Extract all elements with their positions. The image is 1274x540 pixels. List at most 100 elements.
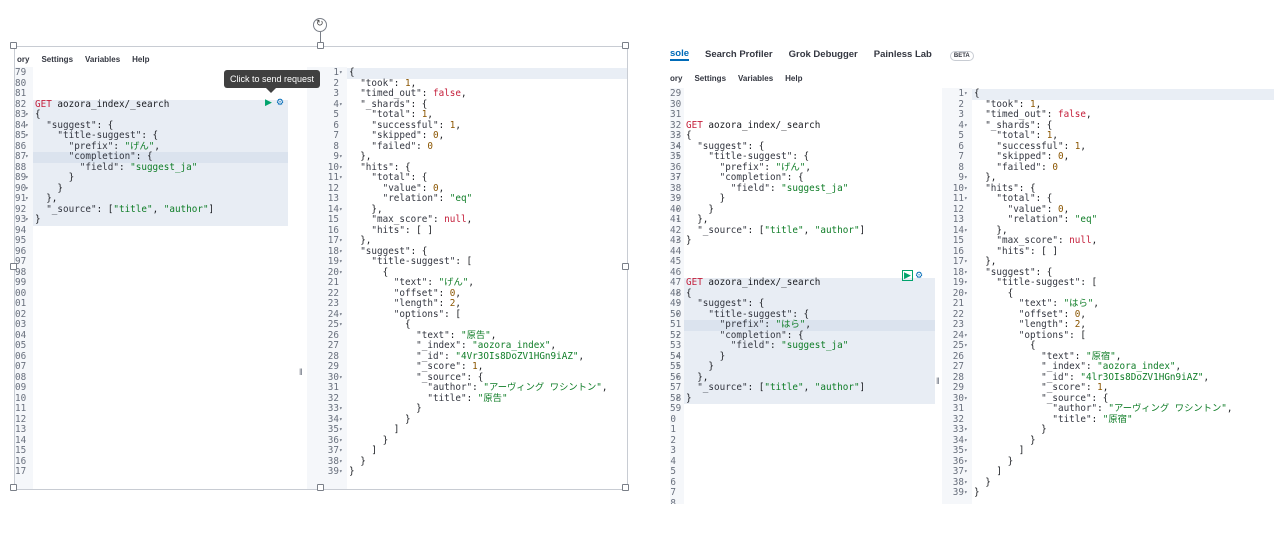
fold-chevron-icon[interactable]: ▾ bbox=[964, 446, 968, 457]
wrench-icon[interactable]: ⚙ bbox=[915, 270, 923, 281]
fold-chevron-icon[interactable]: ▾ bbox=[676, 194, 680, 205]
fold-chevron-icon[interactable]: ▾ bbox=[339, 205, 343, 216]
left-response-panel: 1 ▾{2 "took": 1, 3 "timed_out": false, 4 ▾ "… bbox=[307, 67, 627, 489]
fold-chevron-icon[interactable]: ▾ bbox=[964, 257, 968, 268]
resize-handle-tc[interactable] bbox=[317, 42, 324, 49]
line-number: 07 bbox=[15, 361, 27, 372]
resize-handle-ml[interactable] bbox=[10, 263, 17, 270]
right-request-editor[interactable]: 29 30 31 32 GET aozora_index/_search 33 ▾{34 ▾ … bbox=[670, 88, 935, 504]
fold-chevron-icon[interactable]: ▾ bbox=[964, 268, 968, 279]
fold-chevron-icon[interactable]: ▾ bbox=[339, 173, 343, 184]
menu-settings[interactable]: Settings bbox=[694, 74, 726, 83]
fold-chevron-icon[interactable]: ▾ bbox=[964, 226, 968, 237]
fold-chevron-icon[interactable]: ▾ bbox=[339, 425, 343, 436]
fold-chevron-icon[interactable]: ▾ bbox=[964, 173, 968, 184]
left-panel-resizer[interactable]: ‖ bbox=[299, 367, 303, 377]
right-panel-resizer[interactable]: ‖ bbox=[936, 376, 940, 386]
fold-chevron-icon[interactable]: ▾ bbox=[964, 194, 968, 205]
fold-chevron-icon[interactable]: ▾ bbox=[964, 478, 968, 489]
line-number: 09 bbox=[15, 382, 27, 393]
fold-chevron-icon[interactable]: ▾ bbox=[964, 457, 968, 468]
fold-chevron-icon[interactable]: ▾ bbox=[25, 215, 29, 226]
fold-chevron-icon[interactable]: ▾ bbox=[964, 341, 968, 352]
fold-chevron-icon[interactable]: ▾ bbox=[25, 173, 29, 184]
request-highlight bbox=[33, 183, 288, 194]
tab-painless-lab[interactable]: Painless Lab BETA bbox=[874, 49, 990, 61]
fold-chevron-icon[interactable]: ▾ bbox=[964, 289, 968, 300]
code-line: "_source": ["title", "author"] bbox=[697, 224, 866, 236]
fold-chevron-icon[interactable]: ▾ bbox=[339, 68, 343, 79]
fold-chevron-icon[interactable]: ▾ bbox=[339, 257, 343, 268]
menu-help[interactable]: Help bbox=[785, 74, 802, 83]
fold-chevron-icon[interactable]: ▾ bbox=[25, 194, 29, 205]
fold-chevron-icon[interactable]: ▾ bbox=[964, 89, 968, 100]
fold-chevron-icon[interactable]: ▾ bbox=[25, 110, 29, 121]
line-number: 79 bbox=[15, 67, 27, 78]
play-icon[interactable]: ▶ bbox=[902, 270, 913, 281]
fold-chevron-icon[interactable]: ▾ bbox=[964, 394, 968, 405]
menu-settings[interactable]: Settings bbox=[41, 55, 73, 64]
top-tabs: sole Search Profiler Grok Debugger Painl… bbox=[670, 46, 1006, 62]
fold-chevron-icon[interactable]: ▾ bbox=[339, 373, 343, 384]
menu-variables[interactable]: Variables bbox=[85, 55, 120, 64]
line-number: 91 bbox=[15, 193, 27, 204]
fold-chevron-icon[interactable]: ▾ bbox=[676, 173, 680, 184]
fold-chevron-icon[interactable]: ▾ bbox=[339, 415, 343, 426]
tab-search-profiler[interactable]: Search Profiler bbox=[705, 49, 773, 60]
code-line: } bbox=[974, 424, 1047, 435]
menu-help[interactable]: Help bbox=[132, 55, 149, 64]
fold-chevron-icon[interactable]: ▾ bbox=[339, 268, 343, 279]
left-request-editor[interactable]: 79 80 81 82 GET aozora_index/_search 83 ▾{84 ▾ … bbox=[15, 67, 300, 489]
code-line: "max_score": null, bbox=[996, 235, 1098, 246]
resize-handle-br[interactable] bbox=[622, 484, 629, 491]
line-number: 93 bbox=[15, 214, 27, 225]
menu-variables[interactable]: Variables bbox=[738, 74, 773, 83]
fold-chevron-icon[interactable]: ▾ bbox=[964, 436, 968, 447]
line-number: 3 bbox=[670, 445, 676, 456]
fold-chevron-icon[interactable]: ▾ bbox=[25, 152, 29, 163]
fold-chevron-icon[interactable]: ▾ bbox=[339, 163, 343, 174]
line-number: 13 bbox=[952, 214, 964, 225]
resize-handle-bl[interactable] bbox=[10, 484, 17, 491]
fold-chevron-icon[interactable]: ▾ bbox=[676, 299, 680, 310]
fold-chevron-icon[interactable]: ▾ bbox=[339, 404, 343, 415]
fold-chevron-icon[interactable]: ▾ bbox=[339, 457, 343, 468]
fold-chevron-icon[interactable]: ▾ bbox=[964, 425, 968, 436]
fold-chevron-icon[interactable]: ▾ bbox=[339, 152, 343, 163]
code-line: { bbox=[974, 340, 1036, 351]
wrench-icon[interactable]: ⚙ bbox=[276, 97, 284, 108]
fold-chevron-icon[interactable]: ▾ bbox=[339, 100, 343, 111]
tab-console[interactable]: sole bbox=[670, 48, 690, 61]
fold-chevron-icon[interactable]: ▾ bbox=[964, 278, 968, 289]
play-icon[interactable]: ▶ bbox=[265, 97, 272, 108]
menu-history[interactable]: ory bbox=[17, 55, 29, 64]
fold-chevron-icon[interactable]: ▾ bbox=[964, 488, 968, 499]
fold-chevron-icon[interactable]: ▾ bbox=[676, 131, 680, 142]
line-number: 13 bbox=[15, 424, 27, 435]
fold-chevron-icon[interactable]: ▾ bbox=[339, 467, 343, 478]
menu-history[interactable]: ory bbox=[670, 74, 682, 83]
fold-chevron-icon[interactable]: ▾ bbox=[25, 131, 29, 142]
right-menubar: ory Settings Variables Help bbox=[670, 68, 1274, 88]
resize-handle-bc[interactable] bbox=[317, 484, 324, 491]
fold-chevron-icon[interactable]: ▾ bbox=[339, 436, 343, 447]
fold-chevron-icon[interactable]: ▾ bbox=[964, 121, 968, 132]
tab-grok-debugger[interactable]: Grok Debugger bbox=[789, 49, 858, 60]
fold-chevron-icon[interactable]: ▾ bbox=[339, 247, 343, 258]
resize-handle-tr[interactable] bbox=[622, 42, 629, 49]
fold-chevron-icon[interactable]: ▾ bbox=[339, 320, 343, 331]
fold-chevron-icon[interactable]: ▾ bbox=[676, 152, 680, 163]
fold-chevron-icon[interactable]: ▾ bbox=[964, 331, 968, 342]
line-number: 39 bbox=[952, 487, 964, 498]
resize-handle-tl[interactable] bbox=[10, 42, 17, 49]
fold-chevron-icon[interactable]: ▾ bbox=[339, 446, 343, 457]
fold-chevron-icon[interactable]: ▾ bbox=[339, 310, 343, 321]
fold-chevron-icon[interactable]: ▾ bbox=[676, 215, 680, 226]
rotate-handle[interactable]: ↻ bbox=[313, 18, 327, 32]
fold-chevron-icon[interactable]: ▾ bbox=[339, 236, 343, 247]
fold-chevron-icon[interactable]: ▾ bbox=[676, 362, 680, 373]
fold-chevron-icon[interactable]: ▾ bbox=[676, 236, 680, 247]
fold-chevron-icon[interactable]: ▾ bbox=[964, 467, 968, 478]
resize-handle-mr[interactable] bbox=[622, 263, 629, 270]
fold-chevron-icon[interactable]: ▾ bbox=[964, 184, 968, 195]
